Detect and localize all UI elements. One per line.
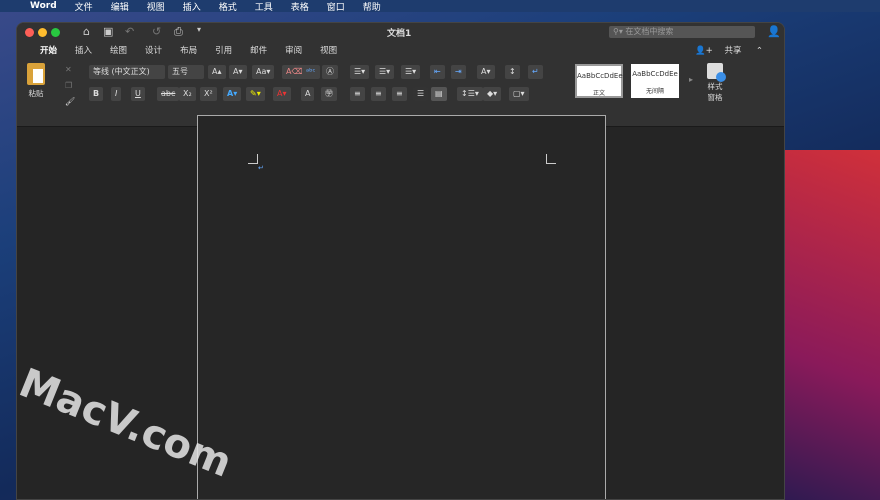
decrease-indent-button[interactable]: ⇤	[430, 65, 445, 79]
italic-button[interactable]: I	[111, 87, 122, 101]
subscript-button[interactable]: X₂	[179, 87, 196, 101]
character-shading-button[interactable]: A	[301, 87, 315, 101]
bold-button[interactable]: B	[89, 87, 104, 101]
tab-mailings[interactable]: 邮件	[241, 44, 276, 56]
clipboard-icon	[27, 63, 45, 85]
document-page[interactable]: ↵	[197, 115, 606, 499]
close-button[interactable]	[25, 28, 34, 37]
styles-pane-button[interactable]: 样式 窗格	[703, 63, 727, 103]
tab-review[interactable]: 审阅	[276, 44, 311, 56]
align-center-button[interactable]: ≡	[371, 87, 386, 101]
print-icon[interactable]: ⎙	[174, 25, 183, 39]
minimize-button[interactable]	[38, 28, 47, 37]
font-size-select[interactable]: 五号	[168, 65, 204, 79]
document-title: 文档1	[387, 29, 412, 39]
highlight-button[interactable]: ✎▾	[246, 87, 265, 101]
grow-font-button[interactable]: A▴	[208, 65, 226, 79]
menu-tools[interactable]: 工具	[255, 0, 273, 13]
menu-bar: Word 文件 编辑 视图 插入 格式 工具 表格 窗口 帮助	[0, 0, 880, 13]
styles-more-icon[interactable]: ▸	[685, 73, 697, 87]
styles-pane-label: 样式 窗格	[707, 82, 723, 102]
style-name: 正文	[592, 90, 605, 97]
tab-home[interactable]: 开始	[31, 44, 66, 56]
styles-pane-icon	[707, 63, 726, 82]
menu-table[interactable]: 表格	[291, 0, 309, 13]
menu-file[interactable]: 文件	[75, 0, 93, 13]
share-button[interactable]: 👤+ 共享 ⌃	[686, 44, 772, 56]
borders-button[interactable]: ▢▾	[509, 87, 529, 101]
cut-icon[interactable]: ✕	[61, 63, 76, 77]
menu-view[interactable]: 视图	[147, 0, 165, 13]
search-placeholder: 在文档中搜索	[625, 27, 674, 36]
asian-layout-button[interactable]: A▾	[477, 65, 495, 79]
paste-label: 粘贴	[28, 89, 44, 98]
tab-design[interactable]: 设计	[136, 44, 171, 56]
tab-draw[interactable]: 绘图	[101, 44, 136, 56]
line-spacing-button[interactable]: ↕☰▾	[457, 87, 483, 101]
style-preview: AaBbCcDdEe	[577, 72, 623, 80]
change-case-button[interactable]: Aa▾	[252, 65, 275, 79]
copy-icon[interactable]: ❐	[61, 79, 76, 93]
tab-insert[interactable]: 插入	[66, 44, 101, 56]
customize-icon[interactable]: ▾	[197, 25, 201, 34]
font-color-button[interactable]: A▾	[273, 87, 291, 101]
zoom-button[interactable]	[51, 28, 60, 37]
home-icon[interactable]: ⌂	[83, 25, 90, 38]
menu-edit[interactable]: 编辑	[111, 0, 129, 13]
character-border-button[interactable]: Ⓐ	[322, 65, 338, 79]
style-normal[interactable]: AaBbCcDdEe 正文	[575, 64, 623, 98]
shading-button[interactable]: ◆▾	[483, 87, 502, 101]
tab-layout[interactable]: 布局	[171, 44, 206, 56]
menu-format[interactable]: 格式	[219, 0, 237, 13]
tab-view[interactable]: 视图	[311, 44, 346, 56]
margin-corner	[546, 154, 556, 164]
style-no-spacing[interactable]: AaBbCcDdEe 无间隔	[631, 64, 679, 98]
style-name: 无间隔	[645, 88, 664, 95]
superscript-button[interactable]: X²	[200, 87, 217, 101]
share-label: 共享	[724, 46, 742, 56]
search-input[interactable]: ⚲▾ 在文档中搜索	[609, 26, 755, 38]
underline-button[interactable]: U	[131, 87, 145, 101]
increase-indent-button[interactable]: ⇥	[451, 65, 466, 79]
menu-help[interactable]: 帮助	[363, 0, 381, 13]
margin-corner	[248, 154, 258, 164]
title-bar: ⌂ ▣ ↶ ↺ ⎙ ▾ 文档1 ⚲▾ 在文档中搜索 👤	[17, 23, 784, 41]
numbering-button[interactable]: ☰▾	[375, 65, 395, 79]
tab-references[interactable]: 引用	[206, 44, 241, 56]
enclose-characters-button[interactable]: ㊫	[321, 87, 337, 101]
strikethrough-button[interactable]: abc	[157, 87, 180, 101]
redo-icon[interactable]: ↺	[152, 25, 161, 38]
style-preview: AaBbCcDdEe	[632, 70, 678, 78]
format-painter-icon[interactable]: 🖌	[61, 95, 79, 109]
feedback-icon[interactable]: 👤	[767, 25, 781, 38]
align-right-button[interactable]: ≡	[392, 87, 407, 101]
multilevel-list-button[interactable]: ☰▾	[401, 65, 421, 79]
paragraph-mark-icon: ↵	[258, 164, 264, 172]
distributed-button[interactable]: ▤	[431, 87, 447, 101]
bullets-button[interactable]: ☰▾	[350, 65, 370, 79]
shrink-font-button[interactable]: A▾	[229, 65, 247, 79]
justify-button[interactable]: ☰	[413, 87, 429, 101]
show-marks-button[interactable]: ↵	[528, 65, 543, 79]
menu-app[interactable]: Word	[30, 1, 57, 11]
font-name-select[interactable]: 等线 (中文正文)	[89, 65, 165, 79]
text-effects-button[interactable]: A▾	[223, 87, 242, 101]
undo-icon[interactable]: ↶	[125, 25, 134, 38]
paste-button[interactable]: 粘贴	[27, 63, 45, 99]
ribbon-tabs: 开始 插入 绘图 设计 布局 引用 邮件 审阅 视图 👤+ 共享 ⌃	[17, 41, 784, 59]
phonetic-guide-button[interactable]: ᵃᵇᶜ	[302, 65, 320, 79]
menu-insert[interactable]: 插入	[183, 0, 201, 13]
menu-window[interactable]: 窗口	[327, 0, 345, 13]
align-left-button[interactable]: ≡	[350, 87, 365, 101]
save-icon[interactable]: ▣	[103, 25, 113, 38]
sort-button[interactable]: ↕	[505, 65, 520, 79]
